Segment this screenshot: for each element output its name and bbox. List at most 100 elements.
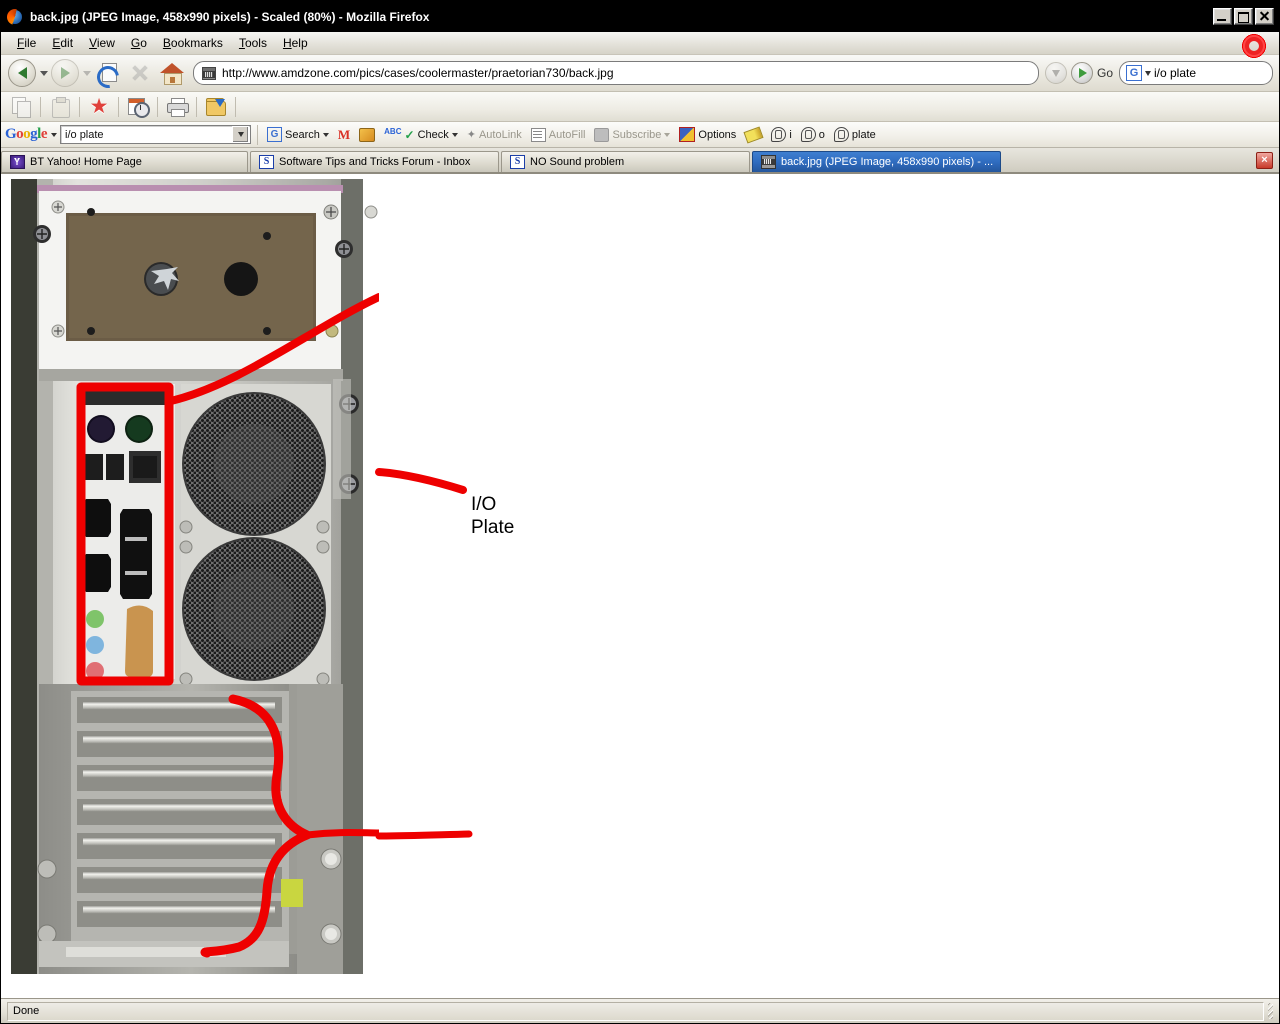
tab-bt-yahoo-home-page[interactable]: BT Yahoo! Home Page [1,151,248,172]
resize-grip[interactable] [1268,1003,1273,1019]
highlight-button[interactable] [742,125,765,144]
minimize-button[interactable] [1213,8,1232,25]
popup-blocker-icon [359,127,376,142]
toolbar-separator [40,96,41,117]
copy-icon [12,97,31,118]
find-term-o-button[interactable]: o [798,127,828,142]
search-bar[interactable]: G i/o plate [1119,61,1273,85]
maximize-button[interactable] [1234,8,1253,25]
yahoo-icon [10,155,25,169]
subscribe-button[interactable]: Subscribe [591,127,673,142]
menu-view[interactable]: View [81,34,123,52]
paste-button[interactable] [45,94,75,120]
tab-back-jpg[interactable]: back.jpg (JPEG Image, 458x990 pixels) - … [752,151,1001,172]
chevron-down-icon[interactable] [451,132,458,137]
google-menu-dropdown-icon[interactable] [51,132,58,137]
forward-arrow-icon [60,67,70,79]
autolink-icon: ✦ [466,129,476,141]
options-label: Options [698,128,737,141]
forward-history-dropdown-icon[interactable] [83,70,91,76]
chevron-down-icon[interactable] [664,132,671,137]
spellcheck-button[interactable]: ABC ✓ Check [381,127,461,142]
google-logo: Google [5,126,48,142]
menu-tools[interactable]: Tools [231,34,275,52]
menu-file[interactable]: FFileile [9,34,44,52]
menu-bar: FFileile Edit View Go Bookmarks Tools He… [1,32,1279,59]
stop-button[interactable] [125,58,155,88]
page-favicon-icon [202,66,216,80]
tab-label: back.jpg (JPEG Image, 458x990 pixels) - … [781,156,994,168]
google-search-input[interactable]: i/o plate [60,125,252,144]
menu-edit[interactable]: Edit [44,34,81,52]
google-search-value: i/o plate [65,128,104,141]
toolbar-separator [79,96,80,117]
forum-s-icon: S [510,155,525,169]
history-icon [128,97,150,118]
find-term-icon [771,127,787,142]
open-file-button[interactable] [201,94,231,120]
reload-button[interactable] [92,58,124,93]
gmail-icon: M [337,127,351,142]
highlighter-icon [743,125,764,144]
menu-help[interactable]: Help [275,34,316,52]
spellcheck-abc-icon: ABC [384,127,402,136]
forward-button[interactable] [50,58,80,88]
gmail-button[interactable]: M [335,128,353,141]
autolink-button[interactable]: ✦ AutoLink [464,128,525,142]
chevron-down-icon[interactable] [322,132,329,137]
search-engine-icon[interactable]: G [1126,65,1142,81]
search-input[interactable]: i/o plate [1154,66,1196,80]
tab-label: Software Tips and Tricks Forum - Inbox [279,156,471,168]
search-engine-dropdown-icon[interactable] [1145,70,1151,76]
copy-button[interactable] [6,94,36,120]
options-button[interactable]: Options [676,127,739,142]
options-icon [679,127,696,142]
close-tab-button[interactable]: × [1256,152,1273,169]
go-area: Go [1044,62,1117,84]
google-search-button[interactable]: G Search [264,127,332,142]
tab-label: NO Sound problem [530,156,625,168]
go-button[interactable] [1070,62,1093,84]
tab-bar: BT Yahoo! Home Page S Software Tips and … [1,148,1279,173]
find-term-plate-button[interactable]: plate [831,127,879,142]
back-button[interactable] [7,58,37,88]
home-button[interactable] [157,58,187,88]
window-title: back.jpg (JPEG Image, 458x990 pixels) - … [30,9,430,24]
menu-bookmarks[interactable]: Bookmarks [155,34,231,52]
expansion-slot-pointer-line [375,830,473,840]
case-rear-image [11,179,379,979]
stop-icon [129,62,151,84]
google-search-label: Search [285,128,320,141]
google-search-history-dropdown-icon[interactable] [232,126,250,143]
autofill-label: AutoFill [548,128,586,141]
google-g-icon: G [267,127,283,142]
print-button[interactable] [162,94,192,120]
close-button[interactable] [1255,8,1274,25]
toolbar-separator [196,96,197,117]
case-rear-photo[interactable] [11,179,379,979]
toolbar-separator [157,96,158,117]
find-term-plate-label: plate [851,128,876,141]
find-term-i-button[interactable]: i [768,127,794,142]
window-controls [1213,8,1277,25]
tab-software-tips-and-tricks-forum[interactable]: S Software Tips and Tricks Forum - Inbox [250,151,499,172]
address-bar[interactable]: http://www.amdzone.com/pics/cases/cooler… [193,61,1039,85]
download-indicator-icon[interactable] [1044,62,1067,84]
subscribe-label: Subscribe [612,128,662,141]
go-label: Go [1096,66,1113,80]
toolbar-separator [118,96,119,117]
image-file-icon [761,155,776,169]
find-term-i-label: i [789,128,792,141]
popup-blocker-button[interactable] [356,127,378,142]
url-input[interactable]: http://www.amdzone.com/pics/cases/cooler… [222,66,614,80]
tab-no-sound-problem[interactable]: S NO Sound problem [501,151,750,172]
history-button[interactable] [123,94,153,120]
page-content: I/O Plate Exspansion Slot [1,173,1279,998]
back-history-dropdown-icon[interactable] [40,70,48,76]
autofill-button[interactable]: AutoFill [528,127,589,142]
check-mark-icon: ✓ [404,127,415,142]
bookmark-button[interactable]: ★ [84,94,114,120]
autolink-label: AutoLink [478,128,522,141]
menu-go[interactable]: Go [123,34,155,52]
paste-icon [51,97,70,118]
